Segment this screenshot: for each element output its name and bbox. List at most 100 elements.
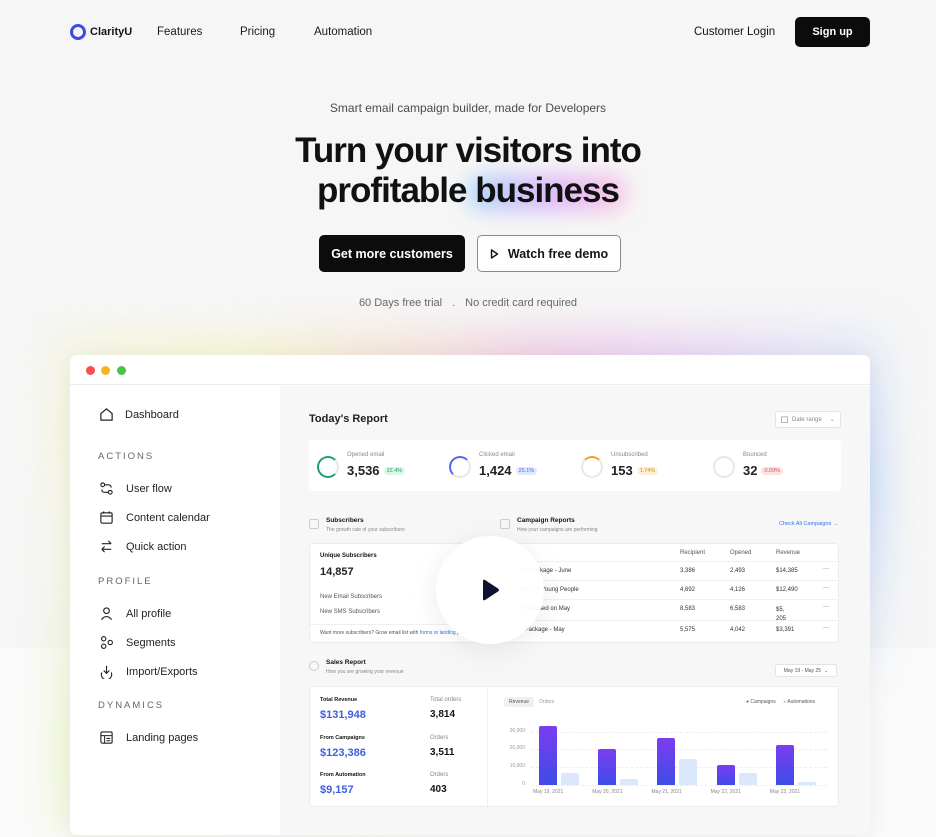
flow-icon (100, 482, 113, 495)
y-tick-label: 10,000 (509, 763, 525, 770)
campaign-recipient: 5,575 (680, 627, 696, 633)
chevron-down-icon: ⌄ (829, 417, 835, 423)
subscribers-campaigns-card: Unique Subscribers 14,857 New Email Subs… (309, 543, 840, 644)
column-header-opened: Opened (730, 550, 752, 556)
sidebar-item-all-profile[interactable]: All profile (99, 606, 171, 621)
sidebar-item-label: Segments (126, 636, 176, 649)
campaign-revenue: $14,385 (776, 568, 798, 574)
bar-campaigns[interactable] (716, 764, 735, 785)
dashboard-main: Today's Report Date range ⌄ Opened email… (280, 386, 870, 835)
stat-value: 3,536 (347, 463, 380, 478)
subscribers-title: Subscribers (326, 517, 364, 524)
sales-subtitle: How you are growing your revenue (326, 669, 404, 675)
nav-link-features[interactable]: Features (157, 26, 202, 38)
stats-card: Opened email 3,536 32.4% Clicked email 1… (309, 440, 841, 491)
bar-campaigns[interactable] (775, 745, 794, 785)
stat-value: 1,424 (479, 463, 512, 478)
from-campaigns-label: From Campaigns (320, 735, 365, 741)
subscribers-footer-text: Want more subscribers? Grow email list w… (320, 630, 419, 636)
close-window-dot[interactable] (86, 366, 95, 375)
sidebar-item-import-exports[interactable]: Import/Exports (99, 664, 198, 679)
tab-revenue[interactable]: Revenue (504, 697, 535, 707)
sidebar-item-label: All profile (126, 607, 172, 620)
chart-y-axis: 30,000 20,000 10,000 0 (495, 721, 525, 787)
play-icon (483, 579, 499, 601)
new-email-subscribers-label: New Email Subscribers (320, 594, 383, 600)
brand-logo[interactable]: ClarityU (70, 24, 132, 40)
headline-line-2: profitable business (0, 171, 936, 211)
nav-link-automation[interactable]: Automation (314, 26, 372, 38)
campaigns-subtitle: How your campaigns are performing (517, 527, 598, 533)
sales-range-label: May 19 - May 25 (783, 667, 822, 674)
campaign-orders-label: Orders (430, 735, 449, 741)
stat-opened: Opened email 3,536 32.4% (317, 452, 406, 478)
campaign-opened: 4,042 (730, 627, 746, 633)
bar-automations[interactable] (561, 773, 579, 785)
play-video-button[interactable] (436, 536, 544, 644)
total-revenue-value: $131,948 (320, 709, 366, 721)
window-titlebar (70, 355, 870, 385)
campaigns-title: Campaign Reports (517, 517, 575, 524)
sales-column-divider (487, 687, 488, 808)
signup-button[interactable]: Sign up (795, 17, 870, 47)
sales-card: Total Revenue $131,948 Total orders 3,81… (309, 686, 839, 808)
campaign-recipient: 4,692 (680, 587, 696, 593)
sidebar-item-quick-action[interactable]: Quick action (99, 539, 187, 554)
legend-dot-automations: ● (783, 699, 787, 705)
sidebar-item-dashboard[interactable]: Dashboard (99, 407, 179, 422)
total-revenue-label: Total Revenue (320, 697, 358, 703)
top-navigation: ClarityU Features Pricing Automation Cus… (0, 0, 936, 64)
sidebar-item-label: Content calendar (126, 511, 210, 524)
stat-label: Unsubscribed (611, 452, 648, 458)
x-tick-label: May 23, 2021 (769, 789, 801, 795)
unique-subscribers-label: Unique Subscribers (320, 553, 377, 559)
bar-automations[interactable] (738, 772, 757, 785)
more-options-icon[interactable]: ··· (823, 585, 829, 591)
headline-word-profitable: profitable (317, 171, 467, 210)
download-icon (100, 665, 113, 679)
x-tick-label: May 21, 2021 (651, 789, 682, 795)
legend-campaigns: Campaigns (750, 699, 776, 705)
minimize-window-dot[interactable] (101, 366, 110, 375)
sales-range-select[interactable]: May 19 - May 25 ⌄ (775, 664, 837, 677)
subscribers-icon (309, 519, 319, 529)
sidebar-item-label: User flow (126, 482, 172, 495)
table-row[interactable]: y Package - May 5,575 4,042 $3,391 ··· (490, 620, 840, 639)
more-options-icon[interactable]: ··· (823, 625, 829, 631)
stat-value-row: 32 0.09% (743, 463, 784, 478)
bar-automations[interactable] (620, 778, 639, 785)
new-sms-subscribers-label: New SMS Subscribers (320, 609, 381, 615)
sidebar-item-user-flow[interactable]: User flow (99, 481, 172, 496)
trial-note: 60 Days free trial. No credit card requir… (0, 297, 936, 309)
bar-campaigns[interactable] (539, 726, 557, 785)
bar-campaigns[interactable] (598, 749, 617, 785)
tab-orders[interactable]: Orders (534, 697, 559, 707)
watch-demo-label: Watch free demo (507, 246, 609, 261)
get-more-customers-button[interactable]: Get more customers (319, 235, 465, 272)
stat-value: 153 (611, 463, 633, 478)
bar-automations[interactable] (797, 781, 816, 785)
from-automation-value: $9,157 (320, 784, 354, 796)
bar-automations[interactable] (679, 759, 698, 785)
sidebar-item-content-calendar[interactable]: Content calendar (99, 510, 210, 525)
sidebar-item-segments[interactable]: Segments (99, 635, 176, 650)
sidebar-heading-profile: PROFILE (98, 576, 153, 587)
sidebar-item-landing-pages[interactable]: Landing pages (99, 730, 198, 745)
subscribers-footer: Want more subscribers? Grow email list w… (320, 630, 471, 636)
column-header-recipient: Recipient (680, 550, 706, 556)
from-automation-label: From Automation (320, 772, 366, 778)
campaign-opened: 4,126 (730, 587, 746, 593)
maximize-window-dot[interactable] (117, 366, 126, 375)
campaigns-icon (500, 519, 510, 529)
customer-login-link[interactable]: Customer Login (694, 26, 775, 38)
bar-campaigns[interactable] (657, 737, 676, 785)
trial-note-separator: . (452, 297, 456, 309)
check-all-campaigns-link[interactable]: Check All Campaigns → (779, 521, 838, 527)
more-options-icon[interactable]: ··· (823, 604, 829, 610)
stat-change-badge: 32.4% (383, 466, 406, 475)
nav-link-pricing[interactable]: Pricing (240, 26, 275, 38)
watch-demo-button[interactable]: Watch free demo (477, 235, 621, 272)
date-range-select[interactable]: Date range ⌄ (775, 411, 841, 428)
sidebar-heading-dynamics: DYNAMICS (98, 700, 165, 711)
more-options-icon[interactable]: ··· (823, 566, 829, 572)
